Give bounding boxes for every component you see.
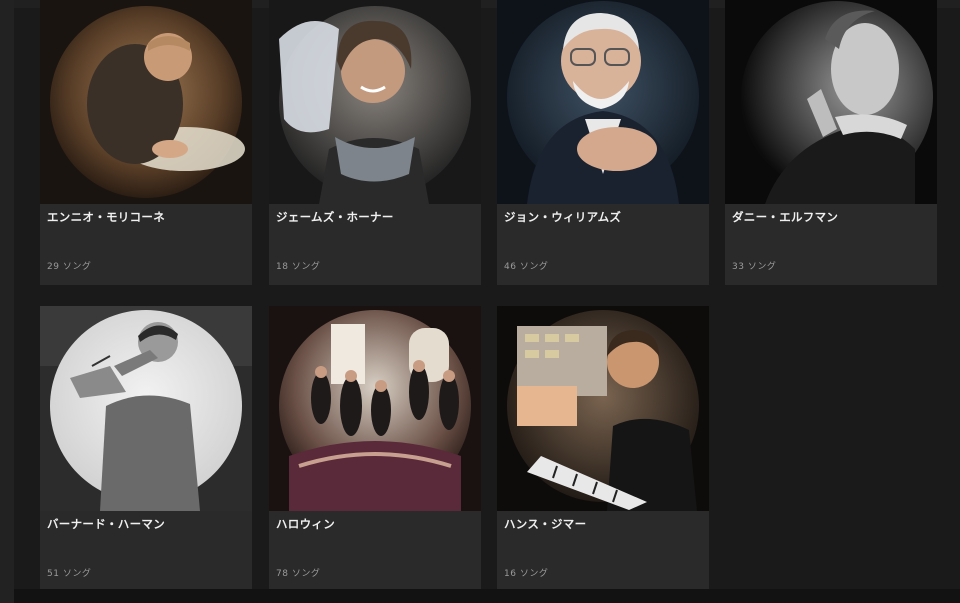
artist-image (725, 0, 937, 204)
artist-card-helloween[interactable]: ハロウィン 78 ソング (269, 306, 481, 592)
bearded-man-glasses-avatar (497, 0, 709, 204)
artist-card-morricone[interactable]: エンニオ・モリコーネ 29 ソング (40, 0, 252, 285)
artist-card-williams[interactable]: ジョン・ウィリアムズ 46 ソング (497, 0, 709, 285)
artist-name: ジェームズ・ホーナー (276, 210, 394, 224)
artist-image (269, 0, 481, 204)
composer-writing-score-avatar (40, 0, 252, 204)
artist-card-zimmer[interactable]: ハンス・ジマー 16 ソング (497, 306, 709, 592)
artist-name: ハンス・ジマー (504, 517, 587, 531)
artist-card-herrmann[interactable]: バーナード・ハーマン 51 ソング (40, 306, 252, 592)
man-at-synthesizer-avatar (497, 306, 709, 511)
man-hand-on-chin-avatar (725, 0, 937, 204)
song-count: 29 ソング (47, 262, 92, 272)
artist-card-elfman[interactable]: ダニー・エルフマン 33 ソング (725, 0, 937, 285)
conductor-bw-avatar (40, 306, 252, 511)
artist-image (497, 0, 709, 204)
artist-name: ハロウィン (276, 517, 335, 531)
song-count: 18 ソング (276, 262, 321, 272)
song-count: 33 ソング (732, 262, 777, 272)
artist-name: ジョン・ウィリアムズ (504, 210, 622, 224)
left-edge (0, 0, 14, 603)
song-count: 16 ソング (504, 569, 549, 579)
artist-name: エンニオ・モリコーネ (47, 210, 165, 224)
artist-image (497, 306, 709, 511)
artist-image (40, 306, 252, 511)
smiling-man-scarf-avatar (269, 0, 481, 204)
artist-image (269, 306, 481, 511)
song-count: 51 ソング (47, 569, 92, 579)
artist-grid-view: エンニオ・モリコーネ 29 ソング ジェームズ・ホーナー 18 ソング ジョン・… (0, 0, 960, 603)
artist-card-horner[interactable]: ジェームズ・ホーナー 18 ソング (269, 0, 481, 285)
artist-name: バーナード・ハーマン (47, 517, 165, 531)
artist-image (40, 0, 252, 204)
song-count: 78 ソング (276, 569, 321, 579)
bottom-edge (14, 589, 960, 603)
band-on-staircase-avatar (269, 306, 481, 511)
song-count: 46 ソング (504, 262, 549, 272)
artist-name: ダニー・エルフマン (732, 210, 839, 224)
